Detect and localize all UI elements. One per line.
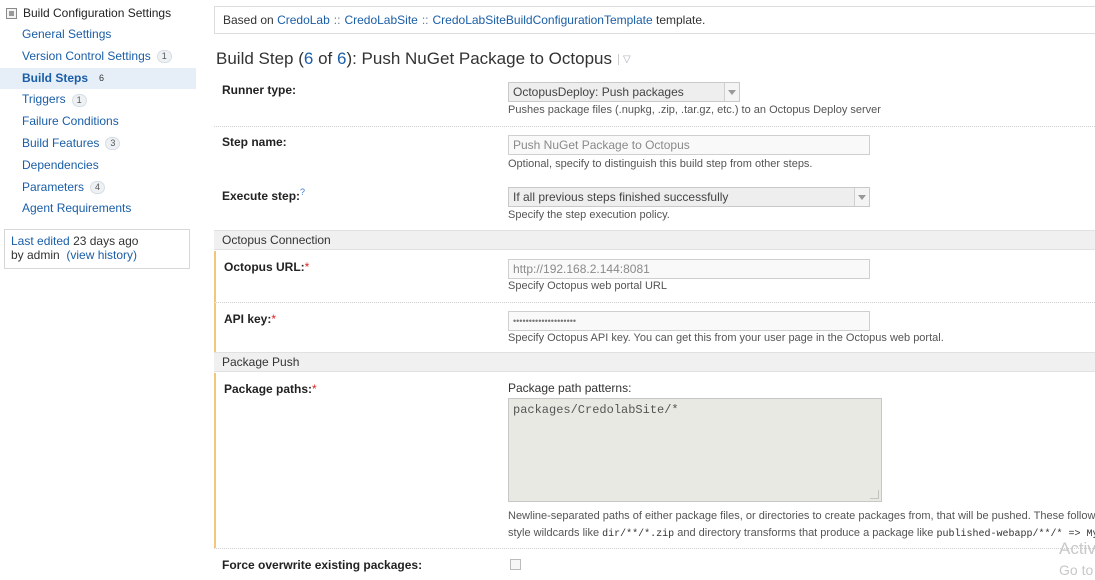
api-key-row: API key:* •••••••••••••••••••• Specify O… bbox=[214, 302, 1095, 353]
template-info-bar: Based on CredoLab:: CredoLabSite:: CredoLa… bbox=[214, 6, 1095, 34]
package-paths-row: Package paths:* Package path patterns: p… bbox=[214, 373, 1095, 548]
package-paths-label: Package paths:* bbox=[224, 382, 317, 396]
runner-type-label: Runner type: bbox=[222, 83, 297, 97]
sidebar-item-build-steps[interactable]: Build Steps 6 bbox=[0, 67, 196, 90]
sidebar-item-label: Parameters bbox=[22, 179, 85, 194]
template-link[interactable]: CredoLabSiteBuildConfigurationTemplate bbox=[433, 13, 653, 27]
step-name-row: Step name: Push NuGet Package to Octopus… bbox=[214, 126, 1095, 178]
activation-watermark-line2: Go to bbox=[1059, 562, 1094, 578]
force-overwrite-checkbox[interactable] bbox=[510, 559, 521, 570]
title-suffix: ): Push NuGet Package to Octopus bbox=[346, 49, 612, 68]
step-name-note: Optional, specify to distinguish this bu… bbox=[508, 158, 813, 170]
sidebar-nav: General Settings Version Control Setting… bbox=[0, 24, 196, 220]
sidebar-item-failure-conditions[interactable]: Failure Conditions bbox=[0, 111, 196, 133]
edited-by: by admin bbox=[11, 248, 60, 262]
sidebar-item-label: Dependencies bbox=[22, 157, 99, 172]
sidebar-item-label: Failure Conditions bbox=[22, 114, 119, 129]
required-marker: * bbox=[271, 312, 277, 326]
octopus-url-label: Octopus URL:* bbox=[224, 260, 309, 274]
execute-step-text: Execute step: bbox=[222, 189, 301, 203]
note-text: and directory transforms that produce a … bbox=[677, 527, 934, 539]
last-edited-info: Last edited 23 days ago by admin (view h… bbox=[4, 229, 190, 269]
api-key-text: API key: bbox=[224, 312, 272, 326]
execute-step-label: Execute step:? bbox=[222, 187, 305, 203]
runner-type-row: Runner type: OctopusDeploy: Push package… bbox=[214, 76, 1095, 126]
step-menu-chevron-icon[interactable]: ▽ bbox=[617, 54, 631, 66]
package-paths-text: Package paths: bbox=[224, 382, 313, 396]
count-badge: 1 bbox=[156, 50, 172, 64]
package-paths-textarea[interactable]: packages/CredolabSite/* bbox=[508, 398, 882, 502]
collapse-icon[interactable] bbox=[6, 7, 17, 19]
count-badge: 4 bbox=[90, 180, 106, 194]
runner-type-value: OctopusDeploy: Push packages bbox=[513, 85, 684, 99]
note-text: style wildcards like bbox=[508, 527, 600, 539]
help-icon[interactable]: ? bbox=[300, 187, 305, 197]
view-history-link[interactable]: (view history) bbox=[66, 248, 137, 262]
sidebar-item-label: Agent Requirements bbox=[22, 201, 132, 216]
sidebar-item-label: Version Control Settings bbox=[22, 48, 151, 63]
path-separator: :: bbox=[333, 13, 341, 27]
template-prefix: Based on bbox=[223, 13, 274, 27]
runner-type-select[interactable]: OctopusDeploy: Push packages bbox=[508, 82, 740, 102]
sidebar-item-label: Build Steps bbox=[22, 70, 89, 85]
sidebar-item-general-settings[interactable]: General Settings bbox=[0, 24, 196, 46]
package-path-patterns-label: Package path patterns: bbox=[508, 381, 632, 395]
sidebar-item-build-features[interactable]: Build Features 3 bbox=[0, 133, 196, 155]
sidebar-item-triggers[interactable]: Triggers 1 bbox=[0, 89, 196, 111]
last-edited-value: 23 days ago bbox=[73, 234, 139, 248]
title-prefix: Build Step ( bbox=[216, 49, 304, 68]
page-title: Build Step (6 of 6): Push NuGet Package … bbox=[216, 49, 631, 69]
package-paths-note-1: Newline-separated paths of either packag… bbox=[508, 510, 1095, 522]
runner-type-note: Pushes package files (.nupkg, .zip, .tar… bbox=[508, 104, 881, 116]
count-badge: 1 bbox=[71, 93, 87, 107]
sidebar-header[interactable]: Build Configuration Settings bbox=[6, 4, 171, 22]
api-key-label: API key:* bbox=[224, 312, 276, 326]
sidebar-item-parameters[interactable]: Parameters 4 bbox=[0, 177, 196, 199]
count-badge: 3 bbox=[105, 137, 121, 151]
octopus-url-note: Specify Octopus web portal URL bbox=[508, 280, 667, 292]
count-badge: 6 bbox=[99, 72, 105, 83]
section-package-push: Package Push bbox=[214, 352, 1095, 372]
template-suffix: template. bbox=[656, 13, 706, 27]
project-link-site[interactable]: CredoLabSite bbox=[344, 13, 417, 27]
chevron-down-icon bbox=[724, 83, 739, 101]
sidebar-item-agent-requirements[interactable]: Agent Requirements bbox=[0, 198, 196, 220]
chevron-down-icon bbox=[854, 188, 869, 206]
sidebar-title: Build Configuration Settings bbox=[23, 6, 172, 20]
api-key-note: Specify Octopus API key. You can get thi… bbox=[508, 332, 944, 344]
required-marker: * bbox=[312, 382, 317, 396]
main-content: Based on CredoLab:: CredoLabSite:: CredoLa… bbox=[214, 0, 1095, 580]
step-name-label: Step name: bbox=[222, 135, 287, 149]
sidebar-item-version-control-settings[interactable]: Version Control Settings 1 bbox=[0, 46, 196, 68]
execute-step-select[interactable]: If all previous steps finished successfu… bbox=[508, 187, 870, 207]
step-current: 6 bbox=[303, 49, 314, 68]
sidebar-item-dependencies[interactable]: Dependencies bbox=[0, 155, 196, 177]
sidebar-item-label: Triggers bbox=[22, 92, 66, 107]
package-paths-note-2: style wildcards like dir/**/*.zip and di… bbox=[508, 527, 1095, 540]
sidebar-item-label: General Settings bbox=[22, 27, 112, 41]
last-edited-label: Last edited bbox=[11, 234, 70, 248]
required-marker: * bbox=[304, 260, 310, 274]
force-overwrite-label: Force overwrite existing packages: bbox=[222, 558, 423, 572]
step-name-input[interactable]: Push NuGet Package to Octopus bbox=[508, 135, 870, 155]
note-code: dir/**/*.zip bbox=[602, 529, 675, 540]
path-separator: :: bbox=[421, 13, 429, 27]
api-key-input[interactable]: •••••••••••••••••••• bbox=[508, 311, 870, 331]
section-octopus-connection: Octopus Connection bbox=[214, 230, 1095, 250]
resize-handle-icon[interactable] bbox=[870, 490, 879, 499]
force-overwrite-row: Force overwrite existing packages: bbox=[214, 548, 1095, 580]
execute-step-note: Specify the step execution policy. bbox=[508, 209, 670, 221]
project-link-root[interactable]: CredoLab bbox=[277, 13, 330, 27]
execute-step-value: If all previous steps finished successfu… bbox=[513, 190, 729, 204]
package-paths-value: packages/CredolabSite/* bbox=[513, 403, 679, 417]
octopus-url-text: Octopus URL: bbox=[224, 260, 305, 274]
octopus-url-input[interactable]: http://192.168.2.144:8081 bbox=[508, 259, 870, 279]
title-mid: of bbox=[313, 49, 337, 68]
activation-watermark-line1: Activ bbox=[1059, 539, 1095, 558]
sidebar-item-label: Build Features bbox=[22, 135, 100, 150]
octopus-url-row: Octopus URL:* http://192.168.2.144:8081 … bbox=[214, 251, 1095, 302]
execute-step-row: Execute step:? If all previous steps fin… bbox=[214, 178, 1095, 230]
